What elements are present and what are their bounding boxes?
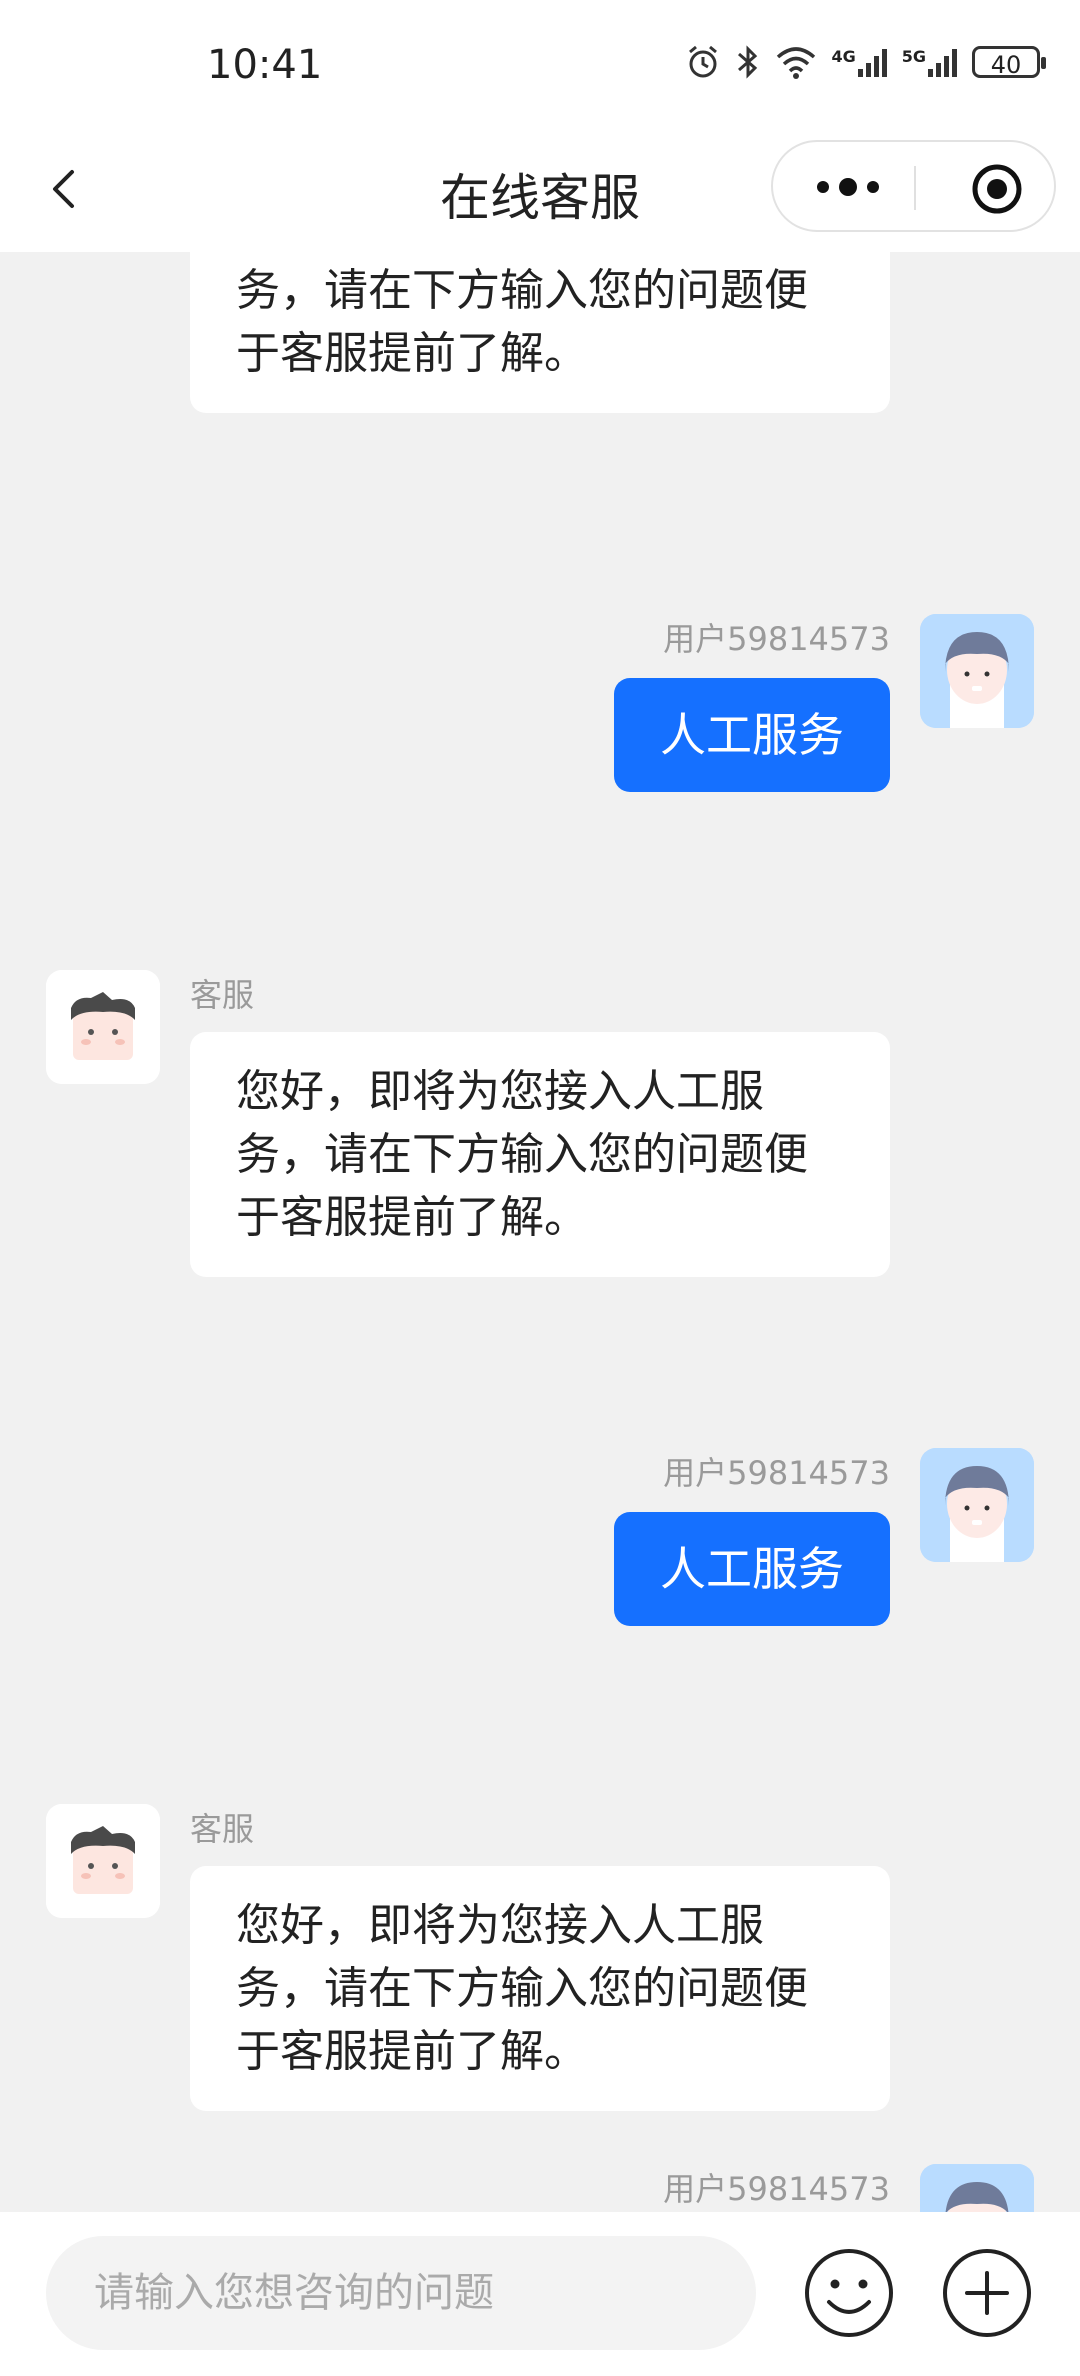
user-sender-name: 用户59814573: [663, 1454, 890, 1492]
nav-bar: 在线客服: [0, 130, 1080, 252]
signal-5g-icon: 5G: [902, 47, 958, 77]
agent-message-bubble: 您好，即将为您接入人工服务，请在下方输入您的问题便于客服提前了解。: [190, 1866, 890, 2111]
user-avatar-icon: [920, 1448, 1034, 1562]
more-dots-icon[interactable]: [803, 162, 893, 212]
battery-icon: 40: [972, 46, 1046, 79]
agent-avatar-icon: [46, 970, 160, 1084]
signal-4g-icon: 4G: [831, 47, 887, 77]
emoji-icon[interactable]: [802, 2246, 896, 2340]
capsule-divider: [914, 166, 916, 210]
agent-avatar[interactable]: [46, 970, 160, 1084]
bluetooth-icon: [738, 45, 758, 79]
user-avatar[interactable]: [920, 2164, 1034, 2212]
user-sender-name: 用户59814573: [663, 620, 890, 658]
agent-avatar[interactable]: [46, 1804, 160, 1918]
message-input[interactable]: [46, 2236, 756, 2350]
alarm-icon: [689, 45, 718, 78]
user-sender-name: 用户59814573: [663, 2170, 890, 2208]
mini-program-capsule: [771, 140, 1056, 232]
input-bar: [0, 2212, 1080, 2376]
status-time: 10:41: [207, 42, 323, 88]
user-avatar[interactable]: [920, 1448, 1034, 1562]
agent-message-bubble: 您好，即将为您接入人工服务，请在下方输入您的问题便于客服提前了解。: [190, 252, 890, 413]
user-avatar-icon: [920, 614, 1034, 728]
user-message-bubble: 人工服务: [614, 1512, 890, 1626]
user-avatar[interactable]: [920, 614, 1034, 728]
plus-icon[interactable]: [940, 2246, 1034, 2340]
chat-area[interactable]: 您好，即将为您接入人工服务，请在下方输入您的问题便于客服提前了解。 用户5981…: [0, 252, 1080, 2212]
agent-sender-name: 客服: [190, 1810, 255, 1848]
status-bar: 10:41 4G 5G 40: [0, 0, 1080, 130]
wifi-icon: [777, 47, 816, 79]
close-target-icon[interactable]: [970, 162, 1024, 216]
user-message-bubble: 人工服务: [614, 678, 890, 792]
user-avatar-icon: [920, 2164, 1034, 2212]
agent-message-bubble: 您好，即将为您接入人工服务，请在下方输入您的问题便于客服提前了解。: [190, 1032, 890, 1277]
status-icons: 4G 5G 40: [685, 44, 1046, 80]
agent-avatar-icon: [46, 1804, 160, 1918]
agent-sender-name: 客服: [190, 976, 255, 1014]
